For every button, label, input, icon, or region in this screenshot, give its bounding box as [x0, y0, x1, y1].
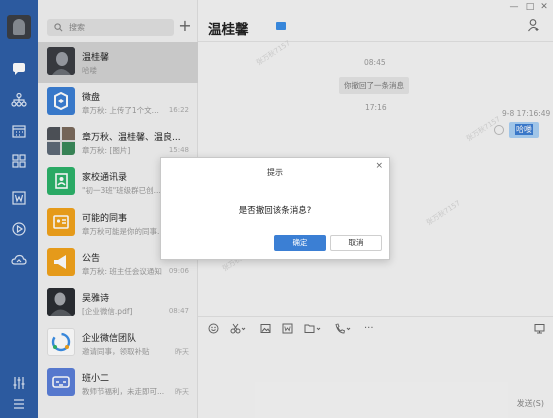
recall-confirm-dialog: 提示 × 是否撤回该条消息? 确定 取消	[160, 157, 390, 260]
dialog-title: 提示	[267, 168, 283, 177]
close-icon[interactable]: ×	[375, 161, 383, 171]
confirm-button[interactable]: 确定	[274, 235, 326, 251]
dialog-message: 是否撤回该条消息?	[238, 206, 312, 216]
cancel-button[interactable]: 取消	[330, 235, 382, 251]
